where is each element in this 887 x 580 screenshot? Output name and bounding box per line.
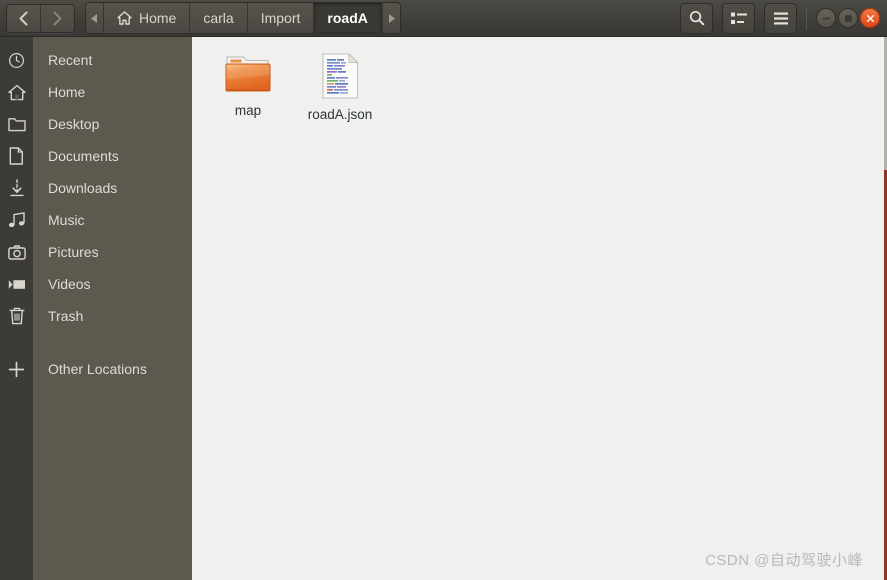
search-icon: [689, 10, 704, 26]
trash-icon: [9, 307, 24, 325]
place-label: Trash: [48, 308, 84, 324]
json-file-icon: [322, 52, 359, 99]
folder-icon: [7, 117, 26, 131]
sidebar-item-desktop-label[interactable]: Desktop: [33, 108, 192, 140]
video-camera-icon: [8, 279, 25, 289]
breadcrumb-item-import[interactable]: Import: [247, 3, 315, 33]
sidebar-item-music[interactable]: [0, 204, 33, 236]
place-label: Documents: [48, 148, 119, 164]
folder-icon: [225, 56, 271, 92]
window-body: Recent Home Desktop Documents Downloads …: [0, 37, 887, 580]
sidebar-item-music-label[interactable]: Music: [33, 204, 192, 236]
breadcrumb-overflow-right-button[interactable]: [381, 3, 400, 33]
breadcrumb-label: Import: [260, 10, 301, 26]
file-item-roada-json[interactable]: roadA.json: [294, 42, 386, 122]
watermark-text: CSDN @自动驾驶小峰: [705, 552, 863, 569]
document-icon: [9, 147, 23, 165]
file-label: roadA.json: [307, 107, 373, 122]
breadcrumb: Home carla Import roadA: [85, 2, 401, 34]
sidebar-item-videos[interactable]: [0, 268, 33, 300]
view-options-button[interactable]: [722, 2, 755, 34]
place-label: Home: [48, 84, 86, 100]
file-item-map[interactable]: map: [202, 42, 294, 122]
file-manager-window: Home carla Import roadA Recent Home Desk…: [0, 0, 887, 580]
sidebar-item-trash-label[interactable]: Trash: [33, 300, 192, 332]
minimize-icon: [822, 17, 830, 19]
list-view-icon: [730, 12, 747, 24]
back-button[interactable]: [7, 4, 41, 32]
sidebar-item-other-locations-label[interactable]: Other Locations: [33, 353, 192, 385]
breadcrumb-label: carla: [203, 10, 234, 26]
sidebar-item-downloads-label[interactable]: Downloads: [33, 172, 192, 204]
plus-icon: [8, 361, 25, 377]
hamburger-menu-icon: [773, 12, 788, 24]
breadcrumb-label: Home: [139, 10, 177, 26]
file-label: map: [234, 103, 262, 118]
sidebar-item-recent-label[interactable]: Recent: [33, 44, 192, 76]
sidebar-item-trash[interactable]: [0, 300, 33, 332]
sidebar-item-downloads[interactable]: [0, 172, 33, 204]
place-label: Videos: [48, 276, 91, 292]
breadcrumb-item-home[interactable]: Home: [104, 3, 191, 33]
minimize-button[interactable]: [816, 8, 836, 28]
triangle-left-icon: [91, 13, 97, 23]
sidebar-item-other-locations[interactable]: [0, 353, 33, 385]
file-grid: map roadA.json: [202, 42, 386, 122]
place-label: Downloads: [48, 180, 118, 196]
sidebar-item-home[interactable]: [0, 76, 33, 108]
sidebar-item-pictures[interactable]: [0, 236, 33, 268]
menu-button[interactable]: [764, 2, 797, 34]
sidebar-places-list: Recent Home Desktop Documents Downloads …: [33, 37, 192, 580]
chevron-left-icon: [19, 10, 28, 26]
place-label: Pictures: [48, 244, 99, 260]
sidebar-icon-rail: [0, 37, 33, 580]
place-label: Recent: [48, 52, 93, 68]
triangle-right-icon: [388, 13, 395, 23]
chevron-right-icon: [53, 10, 62, 26]
download-arrow-icon: [9, 179, 24, 197]
place-label: Desktop: [48, 116, 100, 132]
breadcrumb-overflow-left-button[interactable]: [86, 3, 104, 33]
breadcrumb-item-carla[interactable]: carla: [190, 3, 248, 33]
file-list-area[interactable]: map roadA.json CSDN @自动驾驶小峰: [192, 37, 887, 580]
music-note-icon: [8, 212, 25, 228]
home-icon: [117, 11, 132, 25]
window-header: Home carla Import roadA: [0, 0, 887, 37]
breadcrumb-item-roada[interactable]: roadA: [314, 3, 382, 33]
clock-icon: [8, 52, 25, 68]
breadcrumb-label: roadA: [327, 10, 368, 26]
search-button[interactable]: [680, 2, 713, 34]
home-icon: [7, 84, 26, 100]
maximize-button[interactable]: [838, 8, 858, 28]
camera-icon: [7, 244, 26, 260]
close-button[interactable]: [860, 8, 880, 28]
forward-button[interactable]: [41, 4, 74, 32]
place-label: Music: [48, 212, 85, 228]
sidebar-item-home-label[interactable]: Home: [33, 76, 192, 108]
place-label: Other Locations: [48, 361, 147, 377]
sidebar-item-videos-label[interactable]: Videos: [33, 268, 192, 300]
sidebar-item-documents[interactable]: [0, 140, 33, 172]
sidebar-item-documents-label[interactable]: Documents: [33, 140, 192, 172]
sidebar-item-desktop[interactable]: [0, 108, 33, 140]
navigation-button-group: [6, 3, 75, 33]
window-controls: [806, 6, 880, 30]
sidebar-item-pictures-label[interactable]: Pictures: [33, 236, 192, 268]
sidebar-item-recent[interactable]: [0, 44, 33, 76]
maximize-icon: [844, 14, 852, 22]
close-icon: [866, 14, 874, 22]
